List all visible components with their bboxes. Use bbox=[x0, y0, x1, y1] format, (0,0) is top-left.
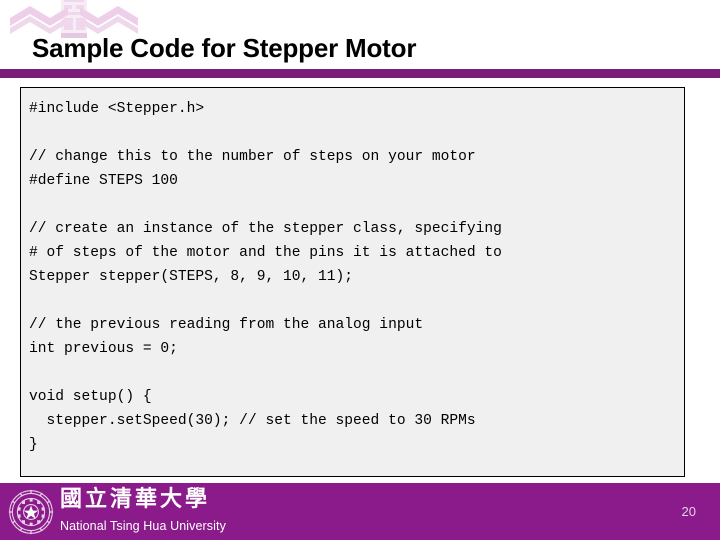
footer-university-name-cn: 國立清華大學 bbox=[60, 486, 211, 511]
footer-university-name-en: National Tsing Hua University bbox=[60, 519, 226, 533]
nthu-seal-icon bbox=[8, 489, 54, 535]
slide-canvas: Sample Code for Stepper Motor #include <… bbox=[0, 0, 720, 540]
title-accent-rule bbox=[0, 69, 720, 78]
code-listing-text: #include <Stepper.h> // change this to t… bbox=[29, 101, 502, 453]
page-number: 20 bbox=[681, 504, 696, 519]
code-block: #include <Stepper.h> // change this to t… bbox=[20, 87, 685, 477]
page-title: Sample Code for Stepper Motor bbox=[32, 33, 417, 63]
